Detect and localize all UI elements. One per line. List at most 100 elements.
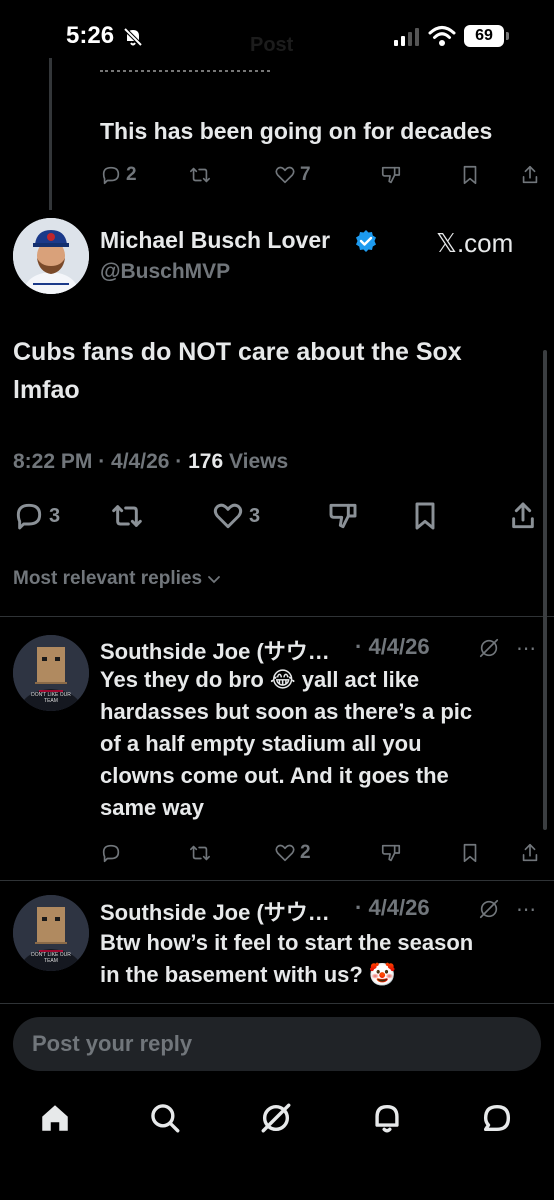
- prev-reply-count: 2: [126, 164, 137, 185]
- reply-icon: [102, 844, 120, 863]
- search-icon[interactable]: [148, 1101, 182, 1135]
- reply-text: Yes they do bro 😂 yall act like hardasse…: [100, 664, 540, 824]
- scrollbar[interactable]: [543, 350, 547, 830]
- reply-line: clowns come out. And it goes the: [100, 763, 449, 788]
- xcom-watermark: 𝕏.com: [436, 228, 514, 258]
- post-time: 8:22 PM: [13, 450, 93, 473]
- bookmark-icon: [463, 165, 477, 185]
- repost-icon: [190, 845, 210, 861]
- reply-author[interactable]: Southside Joe (サウ…: [100, 895, 330, 927]
- reply-button[interactable]: 3: [13, 500, 60, 532]
- battery-indicator: 69: [464, 25, 504, 47]
- thumbs-down-icon: [381, 166, 401, 184]
- reply-composer[interactable]: Post your reply: [13, 1017, 541, 1071]
- thread-line: [49, 58, 52, 210]
- replies-filter[interactable]: Most relevant replies: [13, 568, 222, 590]
- author-avatar[interactable]: [13, 218, 89, 294]
- bookmark-button[interactable]: [411, 500, 439, 532]
- reply-avatar[interactable]: DON'T LIKE OUR TEAM: [13, 895, 89, 971]
- bookmark-icon: [415, 502, 435, 530]
- home-icon[interactable]: [38, 1101, 72, 1135]
- reply-like-button[interactable]: 2: [274, 842, 311, 864]
- prev-bookmark-button[interactable]: [460, 164, 480, 186]
- chevron-down-icon: [208, 576, 220, 584]
- views-count: 176: [188, 450, 224, 473]
- reply-share-button[interactable]: [520, 842, 540, 864]
- bottom-nav: [0, 1085, 554, 1200]
- share-icon: [512, 502, 534, 529]
- repost-icon: [190, 167, 210, 183]
- grok-icon[interactable]: [478, 637, 500, 659]
- prev-share-button[interactable]: [520, 164, 540, 186]
- reply-like-count: 2: [300, 842, 311, 863]
- reply-line: Btw how’s it feel to start the season: [100, 930, 474, 955]
- reply-text: Btw how’s it feel to start the season in…: [100, 927, 540, 991]
- reply-line: of a half empty stadium all you: [100, 731, 422, 756]
- messages-icon[interactable]: [480, 1101, 514, 1135]
- share-icon: [522, 843, 538, 862]
- reply-author[interactable]: Southside Joe (サウ…: [100, 634, 330, 666]
- status-bar: 5:26 Post 69: [0, 0, 554, 70]
- heart-icon: [213, 503, 243, 529]
- avatar-caption: DON'T LIKE OUR TEAM: [31, 692, 71, 704]
- prev-like-count: 7: [300, 164, 311, 185]
- post-text-line-2: lmfao: [13, 376, 80, 404]
- faded-header: Post: [250, 34, 294, 56]
- heart-icon: [275, 166, 295, 184]
- like-button[interactable]: 3: [211, 500, 260, 532]
- post-text-line-1: Cubs fans do NOT care about the Sox: [13, 338, 462, 366]
- heart-icon: [275, 844, 295, 862]
- share-button[interactable]: [509, 500, 537, 532]
- divider: [0, 1003, 554, 1004]
- author-name[interactable]: Michael Busch Lover: [100, 227, 330, 254]
- signal-icon: [393, 27, 421, 47]
- reply-line: Yes they do bro 😂 yall act like: [100, 667, 420, 692]
- like-count: 3: [249, 504, 261, 527]
- notifications-icon[interactable]: [370, 1101, 404, 1135]
- truncated-text-remnant: [100, 58, 270, 72]
- prev-post-text: This has been going on for decades: [100, 118, 493, 144]
- reply-header: Southside Joe (サウ… · 4/4/26 ⋯: [100, 895, 544, 925]
- wifi-icon: [428, 25, 456, 47]
- author-handle[interactable]: @BuschMVP: [100, 260, 230, 284]
- reply-input-placeholder[interactable]: Post your reply: [32, 1031, 192, 1057]
- status-time: 5:26: [66, 22, 115, 49]
- prev-post-actions: 2 7: [100, 162, 544, 190]
- prev-like-button[interactable]: 7: [274, 164, 311, 186]
- reply-icon: [16, 503, 42, 530]
- reply-date: · 4/4/26: [355, 895, 430, 920]
- prev-repost-button[interactable]: [188, 164, 212, 186]
- views-label: Views: [229, 450, 289, 473]
- repost-icon: [112, 505, 142, 527]
- grok-icon[interactable]: [478, 898, 500, 920]
- dislike-button[interactable]: [327, 500, 359, 532]
- reply-header: Southside Joe (サウ… · 4/4/26 ⋯: [100, 634, 544, 664]
- divider: [0, 880, 554, 881]
- replies-filter-label: Most relevant replies: [13, 568, 203, 589]
- more-icon[interactable]: ⋯: [516, 636, 537, 661]
- share-icon: [522, 165, 538, 184]
- more-icon[interactable]: ⋯: [516, 897, 537, 922]
- reply-dislike-button[interactable]: [380, 842, 402, 864]
- reply-avatar[interactable]: DON'T LIKE OUR TEAM: [13, 635, 89, 711]
- reply-bookmark-button[interactable]: [460, 842, 480, 864]
- reply-reply-button[interactable]: [100, 842, 122, 864]
- reply-line: same way: [100, 795, 204, 820]
- reply-repost-button[interactable]: [188, 842, 212, 864]
- bookmark-icon: [463, 843, 477, 863]
- main-post-actions: 3 3: [13, 500, 543, 534]
- reply-line: hardasses but soon as there’s a pic: [100, 699, 473, 724]
- reply-actions: 2: [100, 840, 544, 868]
- thumbs-down-icon: [381, 844, 401, 862]
- verified-badge-icon: [354, 229, 378, 253]
- post-meta: 8:22 PM · 4/4/26 · 176 Views: [13, 450, 289, 473]
- divider: [0, 616, 554, 617]
- bell-slash-icon: [122, 26, 144, 48]
- reply-date: · 4/4/26: [355, 634, 430, 659]
- reply-count: 3: [49, 504, 61, 527]
- grok-icon[interactable]: [259, 1101, 293, 1135]
- reply-line: in the basement with us? 🤡: [100, 962, 397, 987]
- prev-dislike-button[interactable]: [380, 164, 402, 186]
- repost-button[interactable]: [109, 500, 145, 532]
- prev-reply-button[interactable]: 2: [100, 164, 137, 186]
